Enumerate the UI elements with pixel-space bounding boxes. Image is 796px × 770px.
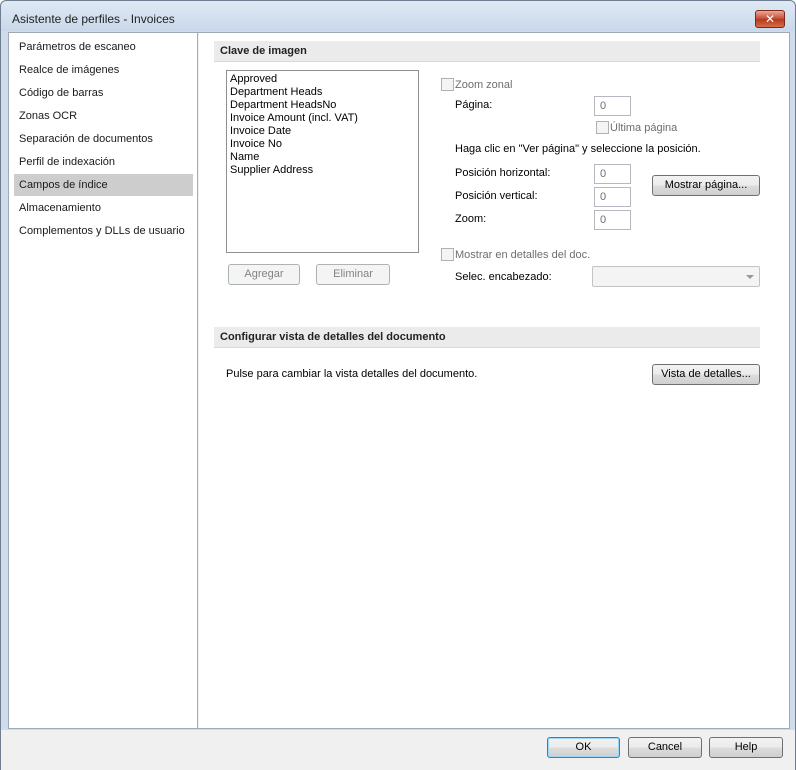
window-title: Asistente de perfiles - Invoices xyxy=(12,12,175,26)
image-key-header: Clave de imagen xyxy=(214,41,760,62)
index-fields-listbox[interactable]: Approved Department Heads Department Hea… xyxy=(226,70,419,253)
dialog-client-area: Parámetros de escaneo Realce de imágenes… xyxy=(8,32,790,729)
zoom-zonal-checkbox[interactable] xyxy=(441,78,454,91)
select-header-label: Selec. encabezado: xyxy=(455,271,552,283)
list-item[interactable]: Department Heads xyxy=(230,86,415,99)
help-button[interactable]: Help xyxy=(709,737,783,758)
zoom-input[interactable]: 0 xyxy=(594,210,631,230)
show-in-details-checkbox[interactable] xyxy=(441,248,454,261)
sidebar-item-scan-parameters[interactable]: Parámetros de escaneo xyxy=(14,36,193,58)
close-icon[interactable]: ✕ xyxy=(755,10,785,28)
sidebar-item-storage[interactable]: Almacenamiento xyxy=(14,197,193,219)
sidebar-item-image-enhancement[interactable]: Realce de imágenes xyxy=(14,59,193,81)
dialog-footer: OK Cancel Help xyxy=(1,730,795,770)
main-panel: Clave de imagen Approved Department Head… xyxy=(199,33,789,728)
zoom-zonal-label: Zoom zonal xyxy=(455,79,513,91)
details-view-button[interactable]: Vista de detalles... xyxy=(652,364,760,385)
list-item[interactable]: Invoice No xyxy=(230,138,415,151)
position-instruction: Haga clic en "Ver página" y seleccione l… xyxy=(455,143,701,155)
vertical-position-input[interactable]: 0 xyxy=(594,187,631,207)
show-in-details-label: Mostrar en detalles del doc. xyxy=(455,249,591,261)
show-page-button[interactable]: Mostrar página... xyxy=(652,175,760,196)
sidebar-item-index-fields[interactable]: Campos de índice xyxy=(14,174,193,196)
ok-button[interactable]: OK xyxy=(547,737,620,758)
details-view-header: Configurar vista de detalles del documen… xyxy=(214,327,760,348)
list-item[interactable]: Invoice Date xyxy=(230,125,415,138)
horizontal-position-input[interactable]: 0 xyxy=(594,164,631,184)
list-item[interactable]: Name xyxy=(230,151,415,164)
title-bar[interactable]: Asistente de perfiles - Invoices ✕ xyxy=(1,1,795,31)
sidebar-item-indexing-profile[interactable]: Perfil de indexación xyxy=(14,151,193,173)
page-input[interactable]: 0 xyxy=(594,96,631,116)
list-item[interactable]: Supplier Address xyxy=(230,164,415,177)
cancel-button[interactable]: Cancel xyxy=(628,737,702,758)
remove-button[interactable]: Eliminar xyxy=(316,264,390,285)
chevron-down-icon xyxy=(746,275,754,279)
sidebar-nav: Parámetros de escaneo Realce de imágenes… xyxy=(9,33,198,728)
sidebar-item-plugins-dlls[interactable]: Complementos y DLLs de usuario xyxy=(14,220,193,242)
page-label: Página: xyxy=(455,99,493,111)
details-view-description: Pulse para cambiar la vista detalles del… xyxy=(226,368,478,380)
zoom-label: Zoom: xyxy=(455,213,487,225)
list-item[interactable]: Approved xyxy=(230,73,415,86)
vertical-position-label: Posición vertical: xyxy=(455,190,538,202)
last-page-checkbox[interactable] xyxy=(596,121,609,134)
horizontal-position-label: Posición horizontal: xyxy=(455,167,551,179)
sidebar-item-ocr-zones[interactable]: Zonas OCR xyxy=(14,105,193,127)
list-item[interactable]: Department HeadsNo xyxy=(230,99,415,112)
list-item[interactable]: Invoice Amount (incl. VAT) xyxy=(230,112,415,125)
last-page-label: Última página xyxy=(610,122,678,134)
sidebar-item-document-separation[interactable]: Separación de documentos xyxy=(14,128,193,150)
sidebar-item-barcode[interactable]: Código de barras xyxy=(14,82,193,104)
add-button[interactable]: Agregar xyxy=(228,264,300,285)
select-header-dropdown[interactable] xyxy=(592,266,760,287)
profile-wizard-window: Asistente de perfiles - Invoices ✕ Parám… xyxy=(0,0,796,770)
